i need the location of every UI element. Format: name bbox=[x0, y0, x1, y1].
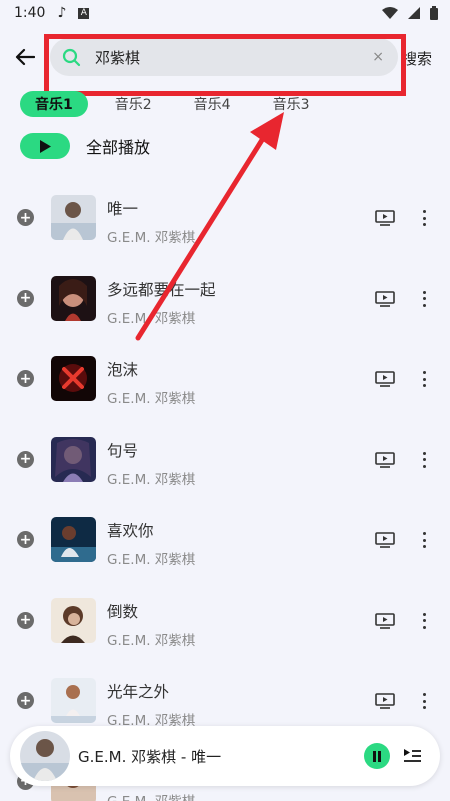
player-cover[interactable] bbox=[20, 731, 70, 781]
album-cover bbox=[51, 597, 96, 643]
song-artist: G.E.M. 邓紫棋 bbox=[107, 790, 195, 801]
list-item[interactable]: + 句号 G.E.M. 邓紫棋 bbox=[0, 419, 450, 500]
album-cover bbox=[51, 195, 96, 240]
add-circle-icon[interactable]: + bbox=[17, 692, 34, 709]
song-title: 泡沫 bbox=[107, 361, 139, 379]
album-cover bbox=[51, 436, 96, 482]
add-circle-icon[interactable]: + bbox=[17, 289, 34, 307]
play-icon bbox=[40, 139, 51, 153]
song-title: 多远都要在一起 bbox=[107, 280, 216, 299]
music-note-icon: ♪ bbox=[57, 5, 67, 21]
more-vertical-icon[interactable] bbox=[419, 691, 429, 711]
album-cover bbox=[51, 275, 96, 321]
more-vertical-icon[interactable] bbox=[419, 208, 429, 228]
tab-music1[interactable]: 音乐1 bbox=[20, 91, 88, 117]
mv-icon[interactable] bbox=[375, 693, 395, 709]
list-item[interactable]: + 泡沫 G.E.M. 邓紫棋 bbox=[0, 338, 450, 419]
back-arrow-icon bbox=[15, 48, 35, 66]
album-cover bbox=[51, 356, 96, 401]
search-row: × 搜索 bbox=[0, 36, 450, 78]
wifi-icon bbox=[382, 7, 398, 19]
status-time: 1:40 bbox=[14, 5, 46, 21]
more-vertical-icon[interactable] bbox=[419, 450, 429, 470]
play-all-label: 全部播放 bbox=[86, 138, 151, 157]
song-artist: G.E.M. 邓紫棋 bbox=[107, 471, 196, 488]
list-item[interactable]: + 多远都要在一起 G.E.M. 邓紫棋 bbox=[0, 258, 450, 339]
more-vertical-icon[interactable] bbox=[419, 611, 429, 631]
list-item[interactable]: + 喜欢你 G.E.M. 邓紫棋 bbox=[0, 499, 450, 580]
status-bar: 1:40 ♪ A bbox=[0, 0, 450, 26]
clear-icon[interactable]: × bbox=[372, 49, 384, 65]
song-list: + 唯一 G.E.M. 邓紫棋 + 多远都要在一起 G.E.M. 邓紫棋 + 泡… bbox=[0, 177, 450, 801]
song-title: 句号 bbox=[107, 441, 139, 460]
song-artist: G.E.M. 邓紫棋 bbox=[107, 230, 196, 246]
add-circle-icon[interactable]: + bbox=[17, 370, 34, 387]
notification-a-icon: A bbox=[78, 7, 90, 19]
now-playing-title: G.E.M. 邓紫棋 - 唯一 bbox=[78, 748, 222, 766]
search-icon bbox=[62, 48, 81, 66]
add-circle-icon[interactable]: + bbox=[17, 209, 34, 226]
play-all-row[interactable]: 全部播放 bbox=[20, 133, 150, 159]
tab-music4[interactable]: 音乐4 bbox=[179, 91, 246, 117]
source-tabs: 音乐1 音乐2 音乐4 音乐3 bbox=[20, 91, 337, 117]
mv-icon[interactable] bbox=[375, 451, 395, 468]
song-artist: G.E.M. 邓紫棋 bbox=[107, 391, 196, 407]
song-artist: G.E.M. 邓紫棋 bbox=[107, 552, 196, 568]
list-item[interactable]: + 唯一 G.E.M. 邓紫棋 bbox=[0, 177, 450, 258]
add-circle-icon[interactable]: + bbox=[17, 611, 34, 629]
song-artist: G.E.M. 邓紫棋 bbox=[107, 310, 196, 327]
more-vertical-icon[interactable] bbox=[419, 530, 429, 550]
tab-music2[interactable]: 音乐2 bbox=[100, 91, 167, 117]
list-item[interactable]: + 倒数 G.E.M. 邓紫棋 bbox=[0, 580, 450, 661]
album-cover bbox=[51, 517, 96, 562]
pause-button[interactable] bbox=[364, 743, 390, 769]
mv-icon[interactable] bbox=[375, 290, 395, 307]
add-circle-icon[interactable]: + bbox=[17, 450, 34, 468]
album-cover bbox=[51, 678, 96, 723]
mv-icon[interactable] bbox=[375, 210, 395, 226]
mv-icon[interactable] bbox=[375, 371, 395, 387]
search-submit-button[interactable]: 搜索 bbox=[402, 48, 432, 69]
mini-player[interactable]: G.E.M. 邓紫棋 - 唯一 bbox=[10, 726, 440, 786]
add-circle-icon[interactable]: + bbox=[17, 531, 34, 548]
pause-icon bbox=[373, 750, 381, 762]
song-title: 喜欢你 bbox=[107, 522, 154, 540]
song-title: 光年之外 bbox=[107, 683, 170, 701]
song-title: 倒数 bbox=[107, 602, 139, 621]
back-button[interactable] bbox=[12, 44, 38, 70]
song-artist: G.E.M. 邓紫棋 bbox=[107, 632, 196, 649]
more-vertical-icon[interactable] bbox=[419, 289, 429, 309]
search-box[interactable]: × bbox=[50, 38, 398, 76]
signal-icon bbox=[408, 7, 420, 19]
song-title: 唯一 bbox=[107, 200, 139, 218]
tab-music3[interactable]: 音乐3 bbox=[258, 91, 325, 117]
play-all-button[interactable] bbox=[20, 133, 70, 159]
queue-icon[interactable] bbox=[402, 746, 422, 766]
more-vertical-icon[interactable] bbox=[419, 369, 429, 389]
mv-icon[interactable] bbox=[375, 612, 395, 629]
mv-icon[interactable] bbox=[375, 532, 395, 548]
search-input[interactable] bbox=[95, 48, 345, 66]
battery-icon bbox=[430, 6, 438, 20]
